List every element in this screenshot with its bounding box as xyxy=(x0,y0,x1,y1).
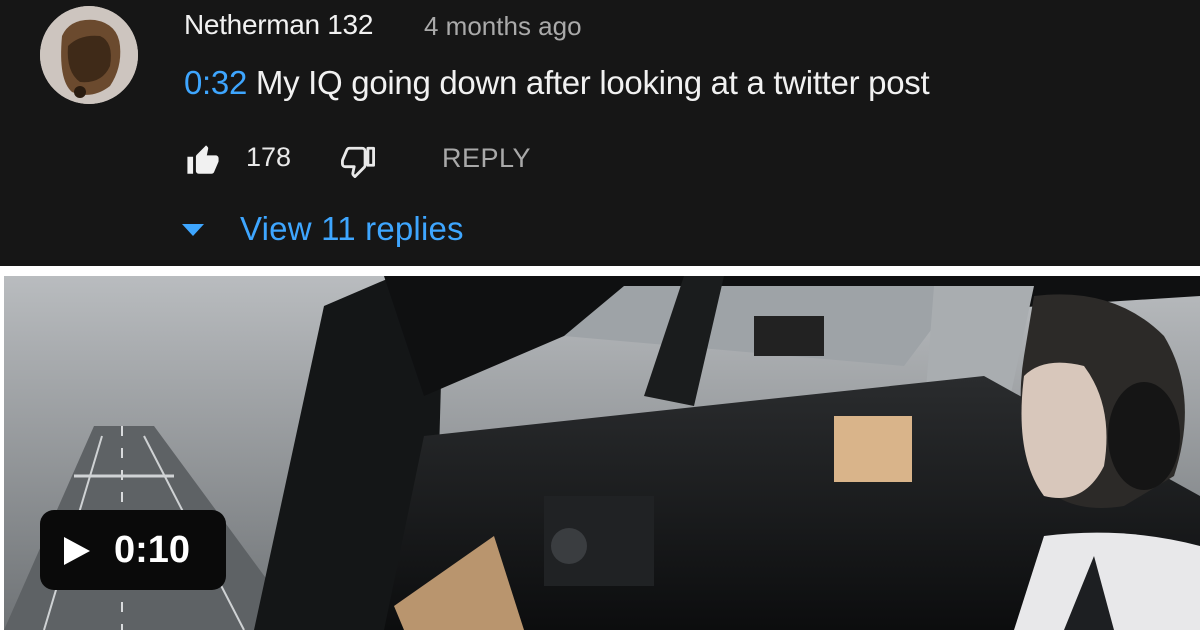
view-replies-button[interactable]: View 11 replies xyxy=(240,210,464,248)
caret-down-icon[interactable] xyxy=(182,224,204,238)
like-count: 178 xyxy=(246,142,292,172)
author-name[interactable]: Netherman 132 xyxy=(184,9,373,41)
comment-body: My IQ going down after looking at a twit… xyxy=(247,64,930,101)
timestamp-link[interactable]: 0:32 xyxy=(184,64,247,101)
video-duration: 0:10 xyxy=(114,529,191,571)
avatar[interactable] xyxy=(40,6,138,104)
reply-button[interactable]: REPLY xyxy=(442,143,531,174)
avatar-image xyxy=(40,6,138,104)
comment-time[interactable]: 4 months ago xyxy=(424,11,582,42)
comment-text: 0:32 My IQ going down after looking at a… xyxy=(184,64,930,102)
thumbs-down-icon[interactable] xyxy=(340,144,376,178)
comment-panel: Netherman 132 4 months ago 0:32 My IQ go… xyxy=(0,0,1200,266)
thumbs-up-icon[interactable] xyxy=(186,144,220,178)
play-icon[interactable] xyxy=(64,537,90,565)
